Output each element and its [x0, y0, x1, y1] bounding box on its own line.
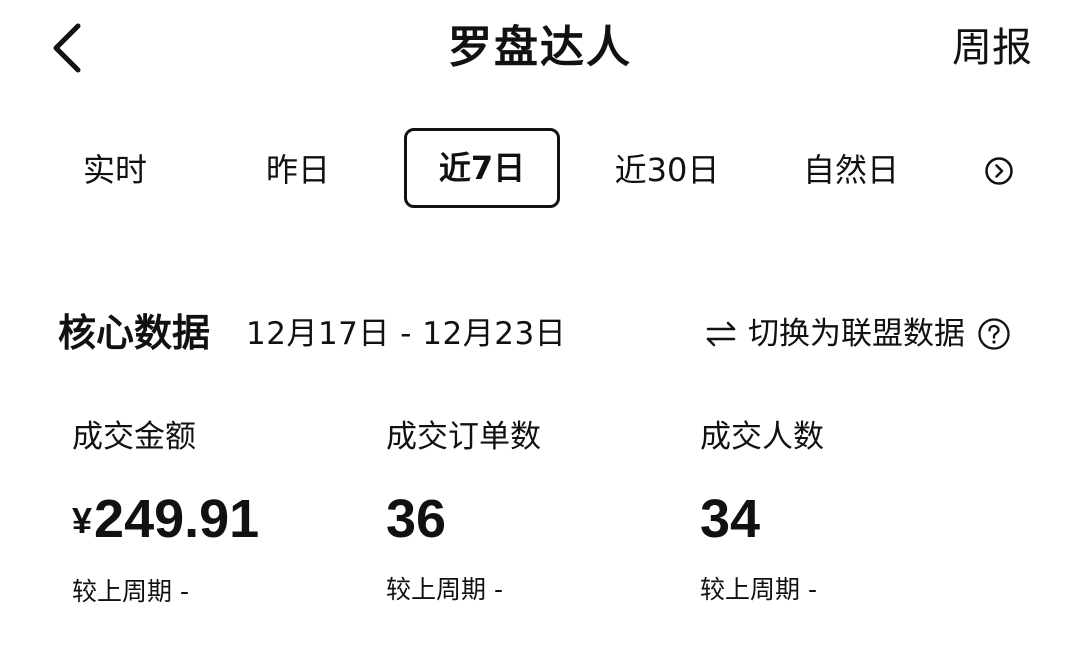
compare-label: 较上周期	[72, 577, 173, 606]
compare-label: 较上周期	[386, 575, 487, 604]
date-range: 12月17日 - 12月23日	[246, 316, 567, 352]
compare-value: -	[179, 577, 189, 606]
more-tabs-button[interactable]	[984, 156, 1014, 186]
tab-natural-day[interactable]: 自然日	[795, 145, 907, 195]
metric-compare: 较上周期 -	[386, 572, 686, 608]
metric-compare: 较上周期 -	[72, 574, 372, 610]
metric-label: 成交金额	[72, 419, 196, 455]
page-title: 罗盘达人	[448, 22, 632, 73]
metric-number: 249.91	[94, 489, 260, 549]
tab-realtime[interactable]: 实时	[62, 145, 168, 195]
currency-symbol: ¥	[72, 500, 93, 541]
swap-arrows-icon	[706, 321, 736, 347]
section-title: 核心数据	[58, 311, 211, 355]
metric-value: 36	[386, 484, 686, 554]
metric-compare: 较上周期 -	[700, 572, 1000, 608]
compare-value: -	[807, 575, 817, 604]
question-circle-icon[interactable]	[977, 317, 1011, 351]
tab-yesterday[interactable]: 昨日	[245, 145, 351, 195]
metric-label: 成交订单数	[386, 419, 541, 455]
compare-label: 较上周期	[700, 575, 801, 604]
compare-value: -	[493, 575, 503, 604]
metric-number: 34	[700, 489, 761, 549]
switch-to-alliance-data-button[interactable]: 切换为联盟数据	[704, 311, 1011, 357]
metric-orders: 成交订单数 36 较上周期 -	[386, 412, 686, 608]
metric-gmv: 成交金额 ¥249.91 较上周期 -	[72, 412, 372, 610]
metric-buyers: 成交人数 34 较上周期 -	[700, 412, 1000, 608]
metric-value: ¥249.91	[72, 484, 372, 556]
metric-value: 34	[700, 484, 1000, 554]
weekly-report-link[interactable]: 周报	[952, 20, 1032, 76]
tab-last-7-days[interactable]: 近7日	[404, 128, 560, 208]
metric-label: 成交人数	[700, 419, 824, 455]
chevron-right-circle-icon	[985, 157, 1013, 185]
switch-label: 切换为联盟数据	[748, 316, 965, 352]
tab-last-30-days[interactable]: 近30日	[604, 145, 730, 195]
metric-number: 36	[386, 489, 447, 549]
